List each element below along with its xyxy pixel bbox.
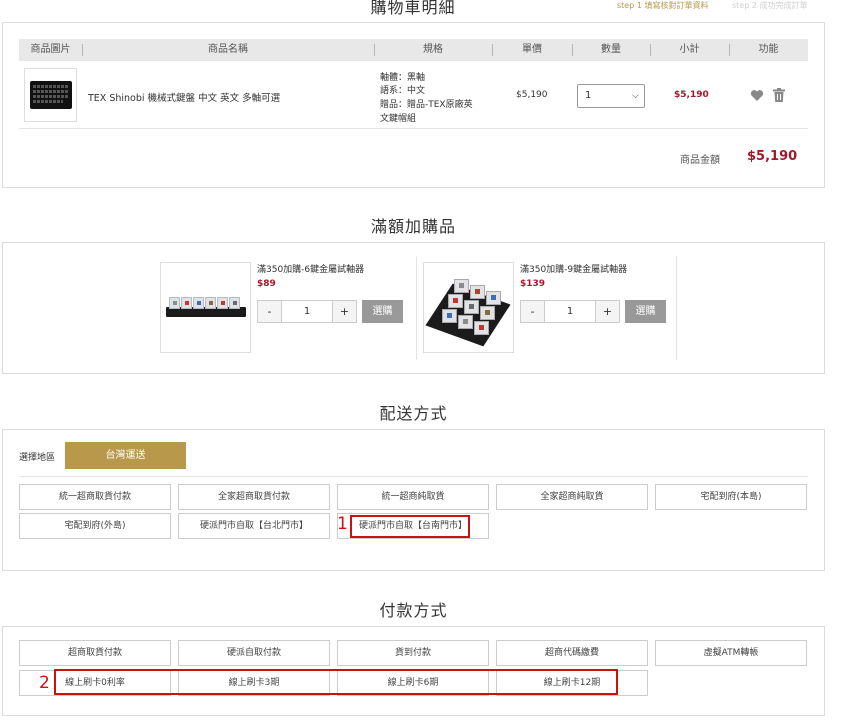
shipping-option-taipei-store[interactable]: 硬派門市自取【台北門市】 <box>178 513 330 539</box>
addon-name[interactable]: 滿350加購-9鍵金屬試軸器 <box>520 262 627 275</box>
addon-price: $89 <box>257 279 276 289</box>
payment-option-cvs-code[interactable]: 超商代碼繳費 <box>496 640 648 666</box>
shipping-option-711-cod[interactable]: 統一超商取貨付款 <box>19 484 171 510</box>
product-spec-4: 文鍵帽組 <box>380 114 417 124</box>
addon-separator-right <box>676 256 677 360</box>
payment-option-atm[interactable]: 虛擬ATM轉帳 <box>655 640 807 666</box>
addon-image[interactable] <box>423 262 514 353</box>
product-spec-2: 語系：中文 <box>380 86 426 96</box>
region-label: 選擇地區 <box>19 453 56 463</box>
switch-tester-6-graphic <box>166 297 246 319</box>
col-unit-price: 單價 <box>522 44 542 55</box>
shipping-option-family-cod[interactable]: 全家超商取貨付款 <box>178 484 330 510</box>
product-spec-3: 贈品：贈品-TEX原廠英 <box>380 100 473 110</box>
quantity-select[interactable]: 1 ⌵ <box>577 84 645 108</box>
plus-button[interactable]: + <box>332 301 356 322</box>
col-function: 功能 <box>758 44 779 55</box>
shipping-option-family-pickup[interactable]: 全家超商純取貨 <box>496 484 648 510</box>
col-image: 商品圖片 <box>30 44 71 55</box>
select-buy-button[interactable]: 選購 <box>625 300 666 323</box>
addon-price: $139 <box>520 279 546 289</box>
select-buy-button[interactable]: 選購 <box>362 300 403 323</box>
shipping-title: 配送方式 <box>379 404 448 423</box>
minus-button[interactable]: - <box>521 301 545 322</box>
product-spec-1: 軸體：黑軸 <box>380 73 426 83</box>
product-name[interactable]: TEX Shinobi 機械式鍵盤 中文 英文 多軸可選 <box>88 90 280 104</box>
subtotal: $5,190 <box>674 90 709 100</box>
col-spec: 規格 <box>423 44 443 55</box>
keyboard-graphic <box>30 81 72 109</box>
cart-table-header: 商品圖片 商品名稱 規格 單價 數量 小計 功能 <box>19 39 808 61</box>
quantity-stepper: - 1 + <box>257 300 357 323</box>
plus-button[interactable]: + <box>595 301 619 322</box>
shipping-option-home-island[interactable]: 宅配到府(外島) <box>19 513 171 539</box>
shipping-option-home-main[interactable]: 宅配到府(本島) <box>655 484 807 510</box>
shipping-option-711-pickup[interactable]: 統一超商純取貨 <box>337 484 489 510</box>
col-name: 商品名稱 <box>208 44 248 55</box>
step-2-label: step 2 成功完成訂單 <box>732 1 808 10</box>
product-image[interactable] <box>24 68 77 122</box>
payment-title: 付款方式 <box>379 601 448 620</box>
payment-option-store-pickup[interactable]: 硬派自取付款 <box>178 640 330 666</box>
col-subtotal: 小計 <box>679 44 700 55</box>
addon-name[interactable]: 滿350加購-6鍵金屬試軸器 <box>257 262 364 275</box>
payment-option-cod[interactable]: 貨到付款 <box>337 640 489 666</box>
switch-tester-9-graphic <box>425 277 511 347</box>
addon-item-9key: 滿350加購-9鍵金屬試軸器 $139 - 1 + 選購 <box>423 262 675 374</box>
heart-icon[interactable] <box>750 89 764 102</box>
col-qty: 數量 <box>601 44 621 55</box>
minus-button[interactable]: - <box>258 301 282 322</box>
addon-title: 滿額加購品 <box>370 217 456 236</box>
highlight-box-tainan-store <box>350 515 470 538</box>
payment-option-cvs-cod[interactable]: 超商取貨付款 <box>19 640 171 666</box>
quantity-value: 1 <box>585 90 592 101</box>
annotation-marker-2: 2 <box>39 673 50 693</box>
addon-item-6key: 滿350加購-6鍵金屬試軸器 $89 - 1 + 選購 <box>160 262 412 374</box>
addon-image[interactable] <box>160 262 251 353</box>
total-value: $5,190 <box>747 149 798 164</box>
cart-divider <box>19 128 808 129</box>
unit-price: $5,190 <box>516 90 548 100</box>
trash-icon[interactable] <box>773 88 785 102</box>
annotation-marker-1: 1 <box>337 514 348 534</box>
quantity-input[interactable]: 1 <box>545 301 595 322</box>
region-tab-taiwan[interactable]: 台灣運送 <box>65 442 186 469</box>
quantity-input[interactable]: 1 <box>282 301 332 322</box>
addon-panel <box>2 242 825 374</box>
shipping-divider <box>19 476 808 477</box>
highlight-box-card-installments <box>54 669 618 695</box>
quantity-stepper: - 1 + <box>520 300 620 323</box>
chevron-down-icon: ⌵ <box>632 91 639 101</box>
step-1-label: step 1 填寫核對訂單資料 <box>617 1 709 10</box>
total-label: 商品金額 <box>680 155 720 166</box>
addon-separator <box>416 256 417 360</box>
